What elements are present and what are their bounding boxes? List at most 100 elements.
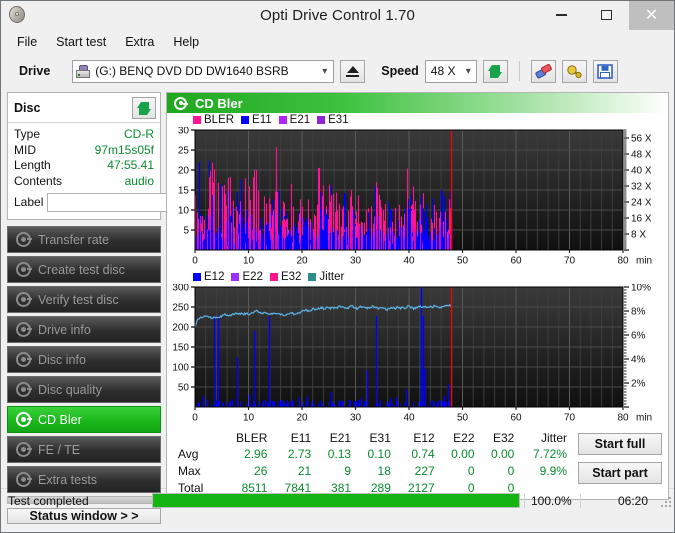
- column-header-e31: E31: [369, 431, 391, 445]
- svg-text:5: 5: [183, 226, 189, 237]
- gear-disc-icon: [16, 412, 32, 427]
- svg-text:20: 20: [296, 413, 308, 424]
- sidebar-item-label: Disc quality: [38, 382, 102, 397]
- plug-button[interactable]: [561, 59, 587, 83]
- svg-text:2%: 2%: [631, 379, 646, 390]
- drive-select-value: (G:) BENQ DVD DD DW1640 BSRB: [95, 64, 289, 78]
- svg-text:40: 40: [403, 256, 415, 267]
- drive-select[interactable]: (G:) BENQ DVD DD DW1640 BSRB ▾: [72, 59, 335, 83]
- cell-avg-e21: 0.13: [327, 447, 352, 461]
- svg-text:56 X: 56 X: [631, 134, 652, 145]
- disc-refresh-button[interactable]: [132, 97, 156, 119]
- status-window-button[interactable]: Status window > >: [7, 508, 161, 524]
- window-controls: ✕: [539, 1, 674, 30]
- row-label-max: Max: [178, 464, 201, 478]
- disc-panel: Disc Type CD-R MID 97m15s05f Length 47:5…: [7, 92, 252, 220]
- disc-row-mid: MID 97m15s05f: [14, 143, 154, 159]
- save-button[interactable]: [592, 59, 618, 83]
- statistics-area: BLER E11 E21 E31 E12 E22 E32 Jitter Avg …: [167, 427, 668, 499]
- svg-text:50: 50: [178, 383, 190, 394]
- svg-text:80: 80: [617, 413, 629, 424]
- menu-help[interactable]: Help: [165, 33, 207, 51]
- sidebar-item-disc-info[interactable]: Disc info: [7, 346, 161, 373]
- cell-avg-e31: 0.10: [367, 447, 391, 461]
- resize-grip[interactable]: [658, 494, 672, 508]
- statistics-table-wrap: BLER E11 E21 E31 E12 E22 E32 Jitter Avg …: [171, 431, 572, 497]
- column-header-jitter: Jitter: [540, 431, 567, 445]
- refresh-button[interactable]: [482, 59, 508, 83]
- svg-text:300: 300: [172, 284, 189, 294]
- maximize-icon: [601, 10, 612, 20]
- bler-chart-legend: BLER E11 E21 E31: [167, 113, 668, 127]
- eject-icon: [346, 65, 359, 73]
- title-bar: Opti Drive Control 1.70 ✕: [1, 1, 674, 30]
- disc-info-rows: Type CD-R MID 97m15s05f Length 47:55.41 …: [8, 123, 252, 219]
- sidebar-item-fe-te[interactable]: FE / TE: [7, 436, 161, 463]
- menu-bar: File Start test Extra Help: [1, 30, 674, 53]
- menu-start-test[interactable]: Start test: [48, 33, 114, 51]
- cell-max-bler: 26: [254, 464, 268, 478]
- sidebar-item-extra-tests[interactable]: Extra tests: [7, 466, 161, 493]
- e12-jitter-chart-container: E12 E22 E32 Jitter 50 100 150 200 250 300 0 10 2…: [167, 270, 668, 427]
- cell-max-jitter: 9.9%: [539, 464, 567, 478]
- erase-button[interactable]: [530, 59, 556, 83]
- svg-text:200: 200: [172, 323, 189, 334]
- sidebar: Disc Type CD-R MID 97m15s05f Length 47:5…: [1, 89, 252, 524]
- maximize-button[interactable]: [584, 1, 629, 30]
- gear-disc-icon: [16, 292, 32, 307]
- sidebar-item-label: Create test disc: [38, 262, 125, 277]
- column-header-e11: E11: [290, 431, 312, 445]
- sidebar-item-verify-test-disc[interactable]: Verify test disc: [7, 286, 161, 313]
- eject-button[interactable]: [340, 59, 366, 83]
- sidebar-item-drive-info[interactable]: Drive info: [7, 316, 161, 343]
- disc-row-mid-key: MID: [14, 142, 36, 157]
- speed-select[interactable]: 48 X ▾: [424, 59, 477, 83]
- close-icon: ✕: [644, 7, 659, 24]
- svg-text:16 X: 16 X: [631, 214, 652, 225]
- svg-text:50: 50: [457, 413, 469, 424]
- sidebar-item-disc-quality[interactable]: Disc quality: [7, 376, 161, 403]
- legend-entry-e32: E32: [269, 271, 301, 283]
- speed-label: Speed: [381, 64, 419, 78]
- cell-max-e12: 227: [414, 464, 435, 478]
- svg-text:70: 70: [564, 256, 576, 267]
- sidebar-item-cd-bler[interactable]: CD Bler: [7, 406, 161, 433]
- bler-chart-container: BLER E11 E21 E31 5 10 15 20 25 30 0 10 20 30 40 50 6…: [167, 113, 668, 270]
- svg-text:10%: 10%: [631, 284, 651, 294]
- svg-text:80: 80: [617, 256, 629, 267]
- svg-text:60: 60: [510, 413, 522, 424]
- progress-bar: [152, 493, 520, 508]
- svg-text:48 X: 48 X: [631, 150, 652, 161]
- bler-chart[interactable]: 5 10 15 20 25 30 0 10 20 30 40 50 60 70 80 min 8 X 16 X 24…: [167, 127, 665, 270]
- cell-avg-e22: 0.00: [451, 447, 475, 461]
- minimize-button[interactable]: [539, 1, 584, 30]
- disc-row-type: Type CD-R: [14, 127, 154, 143]
- menu-file[interactable]: File: [9, 33, 45, 51]
- sidebar-item-label: Verify test disc: [38, 292, 119, 307]
- disc-row-type-value: CD-R: [124, 127, 154, 141]
- app-icon: [6, 4, 28, 26]
- close-button[interactable]: ✕: [629, 1, 674, 30]
- svg-text:250: 250: [172, 303, 189, 314]
- chevron-down-icon: ▾: [465, 65, 471, 77]
- sidebar-item-create-test-disc[interactable]: Create test disc: [7, 256, 161, 283]
- svg-text:0: 0: [192, 256, 198, 267]
- main-body: Disc Type CD-R MID 97m15s05f Length 47:5…: [1, 89, 674, 524]
- disc-label-row: Label: [14, 191, 252, 215]
- cell-avg-e11: 2.73: [287, 447, 312, 461]
- svg-text:30: 30: [178, 127, 190, 137]
- start-full-button[interactable]: Start full: [578, 433, 662, 455]
- progress-bar-fill: [153, 494, 519, 507]
- speed-select-value: 48 X: [430, 64, 456, 78]
- menu-extra[interactable]: Extra: [117, 33, 162, 51]
- column-header-e32: E32: [493, 431, 515, 445]
- content-area: CD Bler BLER E11 E21 E31 5 10 15 20 25 30 0 10 2…: [164, 89, 674, 500]
- toolbar-divider: [518, 61, 520, 81]
- disc-row-length-value: 47:55.41: [107, 158, 154, 172]
- e12-jitter-chart[interactable]: 50 100 150 200 250 300 0 10 20 30 40 50 60 70 80 min 2% 4…: [167, 284, 665, 427]
- cell-max-e11: 21: [297, 464, 312, 478]
- sidebar-item-transfer-rate[interactable]: Transfer rate: [7, 226, 161, 253]
- start-part-button[interactable]: Start part: [578, 462, 662, 484]
- cell-max-e32: 0: [507, 464, 515, 478]
- cell-max-e22: 0: [467, 464, 475, 478]
